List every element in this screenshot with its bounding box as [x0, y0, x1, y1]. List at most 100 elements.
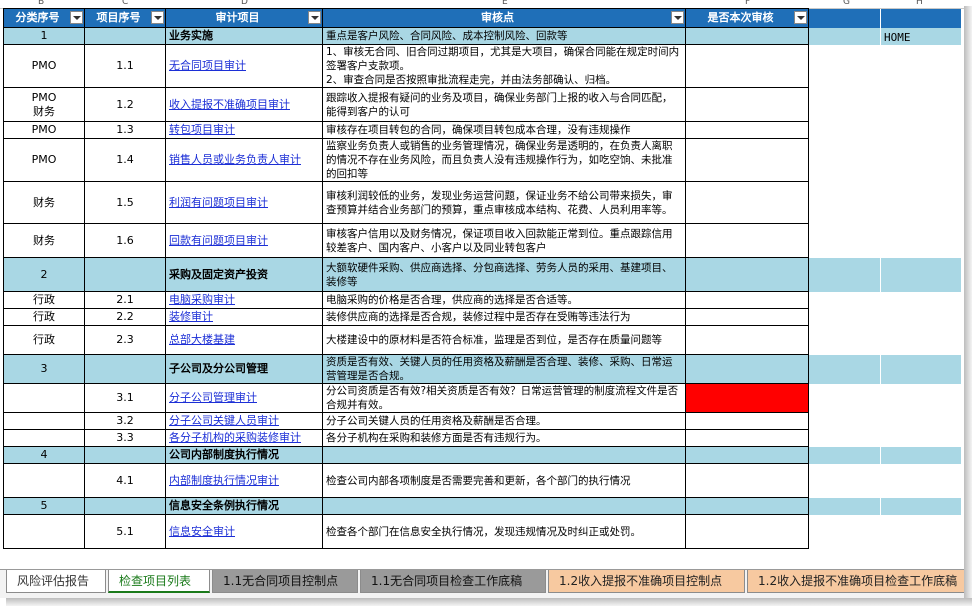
item-no-cell[interactable]: 5.1: [84, 514, 166, 549]
cell-g[interactable]: [808, 383, 881, 413]
review-points-cell[interactable]: 检查各个部门在信息安全执行情况，发现违规情况及时纠正或处罚。: [322, 514, 686, 549]
audit-item-link[interactable]: 各分子机构的采购装修审计: [169, 431, 301, 444]
audit-item-link[interactable]: 装修审计: [169, 310, 213, 323]
cell-g[interactable]: [808, 308, 881, 326]
audit-item-cell[interactable]: 分子公司管理审计: [165, 383, 323, 413]
category-no-cell[interactable]: [3, 514, 85, 549]
audit-item-cell[interactable]: 收入提报不准确项目审计: [165, 87, 323, 122]
category-no-cell[interactable]: 2: [3, 257, 85, 292]
review-points-cell[interactable]: 跟踪收入提报有疑问的业务及项目，确保业务部门上报的收入与合同匹配，能得到客户的认…: [322, 87, 686, 122]
column-header-h[interactable]: H: [916, 0, 923, 7]
cell-h[interactable]: [880, 223, 961, 258]
reviewed-cell[interactable]: [685, 257, 809, 292]
review-points-cell[interactable]: 审核利润较低的业务，发现业务运营问题，保证业务不给公司带来损失，审查预算并结合业…: [322, 181, 686, 224]
review-points-cell[interactable]: 审核客户信用以及财务情况，保证项目收入回款能正常到位。重点跟踪信用较差客户、国内…: [322, 223, 686, 258]
audit-item-cell[interactable]: 无合同项目审计: [165, 44, 323, 88]
cell-h[interactable]: [880, 412, 961, 430]
reviewed-cell[interactable]: [685, 463, 809, 498]
filter-dropdown-icon[interactable]: [70, 11, 83, 24]
reviewed-cell[interactable]: [685, 87, 809, 122]
cell-h[interactable]: [880, 121, 961, 139]
review-points-cell[interactable]: 资质是否有效、关键人员的任用资格及薪酬是否合理、装修、采购、日常运营管理是否合规…: [322, 354, 686, 384]
cell-h[interactable]: [880, 446, 961, 464]
cell-h[interactable]: [880, 514, 961, 549]
audit-item-cell[interactable]: 回款有问题项目审计: [165, 223, 323, 258]
cell-g[interactable]: [808, 223, 881, 258]
column-header-g[interactable]: G: [843, 0, 850, 7]
item-no-cell[interactable]: [84, 257, 166, 292]
review-points-cell[interactable]: 大额软硬件采购、供应商选择、分包商选择、劳务人员的采用、基建项目、装修等: [322, 257, 686, 292]
reviewed-cell[interactable]: [685, 446, 809, 464]
cell-g-header[interactable]: [808, 8, 881, 28]
review-points-cell[interactable]: [322, 446, 686, 464]
category-no-cell[interactable]: [3, 463, 85, 498]
reviewed-cell[interactable]: [685, 383, 809, 413]
item-no-cell[interactable]: 2.2: [84, 308, 166, 326]
audit-item-cell[interactable]: 各分子机构的采购装修审计: [165, 429, 323, 447]
audit-item-cell[interactable]: 业务实施: [165, 27, 323, 45]
audit-item-link[interactable]: 利润有问题项目审计: [169, 196, 268, 209]
review-points-cell[interactable]: 电脑采购的价格是否合理，供应商的选择是否合适等。: [322, 291, 686, 309]
reviewed-cell[interactable]: [685, 308, 809, 326]
column-header-b[interactable]: B: [38, 0, 44, 7]
cell-g[interactable]: [808, 412, 881, 430]
category-no-cell[interactable]: PMO 财务: [3, 87, 85, 122]
item-no-cell[interactable]: 1.1: [84, 44, 166, 88]
cell-h[interactable]: [880, 383, 961, 413]
audit-item-link[interactable]: 电脑采购审计: [169, 293, 235, 306]
category-no-cell[interactable]: [3, 383, 85, 413]
item-no-cell[interactable]: 1.5: [84, 181, 166, 224]
item-no-cell[interactable]: [84, 446, 166, 464]
column-header-e[interactable]: E: [502, 0, 508, 7]
cell-g[interactable]: [808, 446, 881, 464]
reviewed-cell[interactable]: [685, 181, 809, 224]
sheet-tab-3[interactable]: 1.1无合同项目控制点: [212, 570, 358, 593]
item-no-cell[interactable]: 2.3: [84, 325, 166, 355]
cell-g[interactable]: [808, 257, 881, 292]
category-no-cell[interactable]: 4: [3, 446, 85, 464]
cell-h[interactable]: [880, 308, 961, 326]
cell-h[interactable]: [880, 257, 961, 292]
review-points-cell[interactable]: 审核存在项目转包的合同，确保项目转包成本合理，没有违规操作: [322, 121, 686, 139]
audit-item-link[interactable]: 回款有问题项目审计: [169, 234, 268, 247]
cell-g[interactable]: [808, 325, 881, 355]
cell-g[interactable]: [808, 497, 881, 515]
reviewed-cell[interactable]: [685, 138, 809, 182]
audit-item-cell[interactable]: 公司内部制度执行情况: [165, 446, 323, 464]
cell-g[interactable]: [808, 87, 881, 122]
item-no-cell[interactable]: 1.6: [84, 223, 166, 258]
reviewed-cell[interactable]: [685, 497, 809, 515]
item-no-cell[interactable]: 3.2: [84, 412, 166, 430]
sheet-tab-4[interactable]: 1.1无合同项目检查工作底稿: [360, 570, 546, 593]
cell-h[interactable]: [880, 497, 961, 515]
item-no-cell[interactable]: [84, 354, 166, 384]
cell-g[interactable]: [808, 181, 881, 224]
audit-item-link[interactable]: 分子公司关键人员审计: [169, 414, 279, 427]
cell-g[interactable]: [808, 27, 881, 45]
category-no-cell[interactable]: 3: [3, 354, 85, 384]
audit-item-cell[interactable]: 总部大楼基建: [165, 325, 323, 355]
reviewed-cell[interactable]: [685, 223, 809, 258]
audit-item-link[interactable]: 转包项目审计: [169, 123, 235, 136]
category-no-cell[interactable]: PMO: [3, 121, 85, 139]
audit-item-link[interactable]: 内部制度执行情况审计: [169, 474, 279, 487]
header-review-points[interactable]: 审核点: [322, 8, 686, 28]
cell-g[interactable]: [808, 429, 881, 447]
cell-h[interactable]: [880, 325, 961, 355]
filter-dropdown-icon[interactable]: [794, 11, 807, 24]
category-no-cell[interactable]: 财务: [3, 223, 85, 258]
audit-item-cell[interactable]: 利润有问题项目审计: [165, 181, 323, 224]
reviewed-cell[interactable]: [685, 429, 809, 447]
filter-dropdown-icon[interactable]: [151, 11, 164, 24]
audit-item-cell[interactable]: 子公司及分公司管理: [165, 354, 323, 384]
filter-dropdown-icon[interactable]: [671, 11, 684, 24]
item-no-cell[interactable]: 1.4: [84, 138, 166, 182]
category-no-cell[interactable]: [3, 412, 85, 430]
cell-h[interactable]: [880, 181, 961, 224]
category-no-cell[interactable]: 行政: [3, 291, 85, 309]
audit-item-link[interactable]: 无合同项目审计: [169, 59, 246, 72]
reviewed-cell[interactable]: [685, 121, 809, 139]
cell-h[interactable]: [880, 463, 961, 498]
cell-h[interactable]: [880, 138, 961, 182]
cell-h[interactable]: [880, 429, 961, 447]
